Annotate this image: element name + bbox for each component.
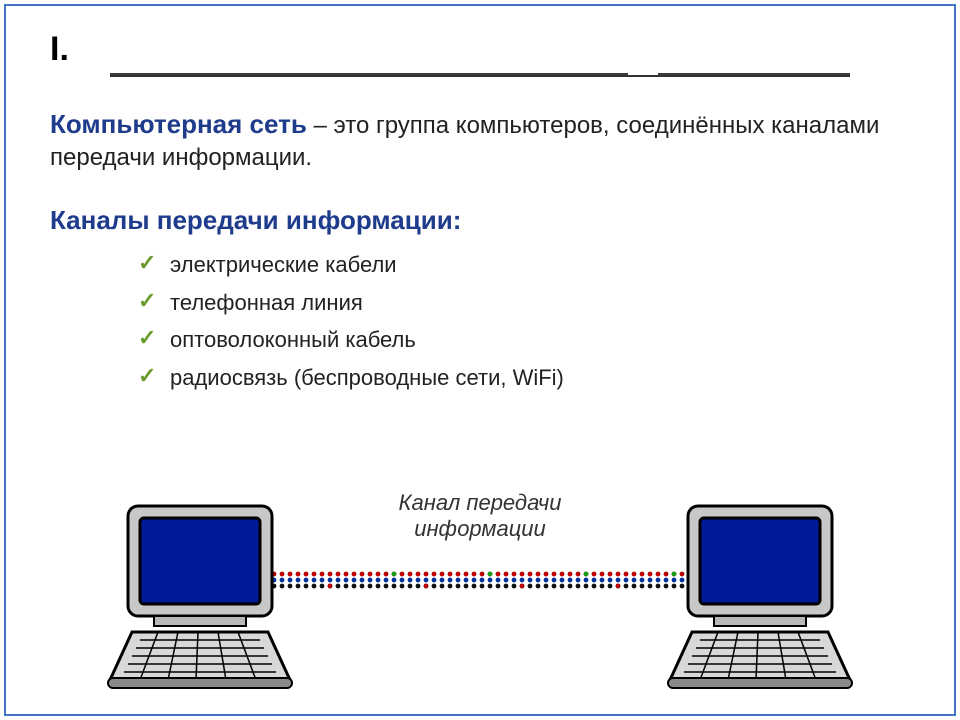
channels-heading: Каналы передачи информации: (50, 203, 910, 238)
channels-list: ✓электрические кабели ✓телефонная линия … (50, 246, 910, 397)
list-item: ✓электрические кабели (170, 246, 910, 284)
diagram: Канал передачи информации (0, 460, 960, 690)
slide-content: I. Компьютерная сеть – это группа компью… (0, 0, 960, 417)
definition-block: Компьютерная сеть – это группа компьютер… (50, 107, 910, 175)
body-text: Компьютерная сеть – это группа компьютер… (50, 107, 910, 397)
laptop-left-icon (100, 500, 300, 690)
check-icon: ✓ (138, 323, 156, 353)
definition-term: Компьютерная сеть (50, 109, 307, 139)
laptop-right-icon (660, 500, 860, 690)
list-item: ✓телефонная линия (170, 284, 910, 322)
section-number: I. (50, 30, 910, 69)
heading-underline (110, 71, 850, 77)
list-item: ✓оптоволоконный кабель (170, 321, 910, 359)
list-item: ✓радиосвязь (беспроводные сети, WiFi) (170, 359, 910, 397)
check-icon: ✓ (138, 361, 156, 391)
channel-dots-line (270, 570, 690, 590)
check-icon: ✓ (138, 286, 156, 316)
check-icon: ✓ (138, 248, 156, 278)
